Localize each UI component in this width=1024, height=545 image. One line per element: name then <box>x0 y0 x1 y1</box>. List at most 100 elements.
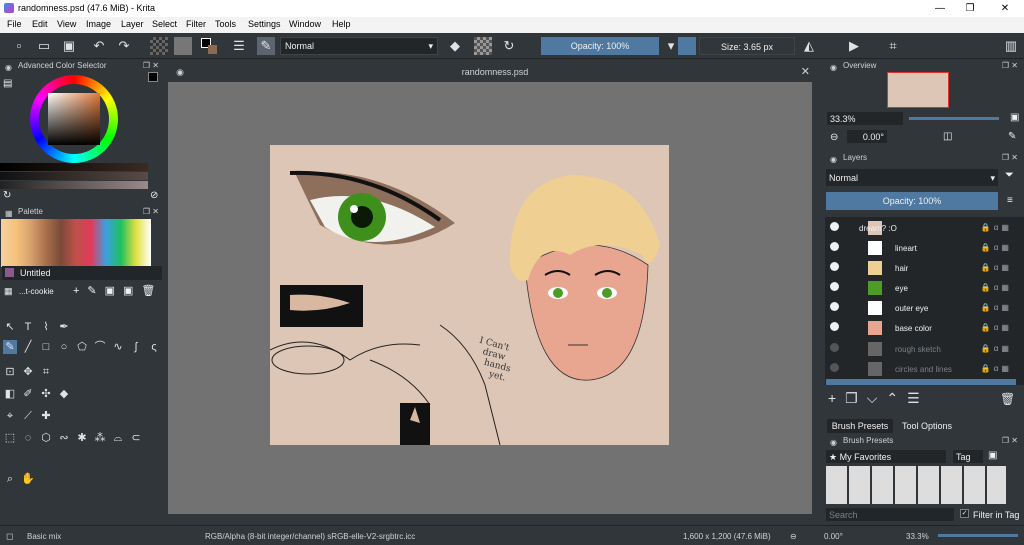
layer-lock-icons[interactable]: 🔒α▦ <box>981 263 1012 272</box>
palette-actions[interactable]: +✎▣▣🗑 <box>73 284 163 297</box>
measure-tool-icon[interactable]: ⟋ <box>21 409 35 423</box>
layer-lock-icons[interactable]: 🔒α▦ <box>981 364 1012 373</box>
refresh-icon[interactable]: ↻ <box>3 190 11 201</box>
menu-view[interactable]: View <box>57 19 76 29</box>
text-tool-icon[interactable]: T <box>21 320 35 334</box>
filter-icon[interactable]: ⏷ <box>1005 169 1014 182</box>
close-document-button[interactable]: ✕ <box>801 62 810 82</box>
layer-lock-icons[interactable]: 🔒α▦ <box>981 223 1012 232</box>
close-window-button[interactable]: ✕ <box>995 2 1015 15</box>
rotation-field[interactable]: 0.00° <box>847 130 887 143</box>
mirror-vertical-icon[interactable]: ▶ <box>845 37 863 55</box>
rotate-view-icon[interactable]: ⊖ <box>790 532 797 541</box>
minimize-button[interactable]: — <box>930 2 950 15</box>
layer-row[interactable]: circles and lines 🔒α▦ <box>826 359 1016 379</box>
tab-tool-options[interactable]: Tool Options <box>895 419 959 433</box>
tab-brush-presets[interactable]: Brush Presets <box>827 419 893 433</box>
opacity-slider[interactable]: Opacity: 100% <box>541 37 659 55</box>
ellipse-tool-icon[interactable]: ○ <box>57 340 71 354</box>
menu-filter[interactable]: Filter <box>186 19 206 29</box>
polygon-select-icon[interactable]: ⬡ <box>39 431 53 445</box>
dynamic-brush-icon[interactable]: ς <box>147 340 161 354</box>
fg-bg-color-icon[interactable] <box>200 37 218 55</box>
assistant-tool-icon[interactable]: ⌖ <box>3 409 17 423</box>
layer-lock-icons[interactable]: 🔒α▦ <box>981 303 1012 312</box>
menu-help[interactable]: Help <box>332 19 351 29</box>
fill-tool-icon[interactable]: ◆ <box>57 387 71 401</box>
delete-layer-icon[interactable]: 🗑 <box>1000 392 1015 406</box>
tag-save-icon[interactable]: ▣ <box>988 450 997 461</box>
menu-window[interactable]: Window <box>289 19 321 29</box>
layer-row[interactable]: base color 🔒α▦ <box>826 318 1016 338</box>
settings-icon[interactable]: ▤ <box>3 78 12 89</box>
flow-icon[interactable] <box>678 37 696 55</box>
menu-tools[interactable]: Tools <box>215 19 236 29</box>
float-close-icon[interactable]: ❐ ✕ <box>143 60 159 72</box>
select-tool-icon[interactable]: ↖ <box>3 320 17 334</box>
visibility-eye-icon[interactable] <box>830 343 839 352</box>
horizontal-scrollbar[interactable] <box>168 514 822 523</box>
smart-patch-icon[interactable]: ✣ <box>39 387 53 401</box>
maximize-button[interactable]: ❐ <box>960 2 980 15</box>
rect-select-icon[interactable]: ⬚ <box>3 431 17 445</box>
shade-bar-2[interactable] <box>0 172 148 180</box>
menu-settings[interactable]: Settings <box>248 19 281 29</box>
layer-row[interactable]: lineart 🔒α▦ <box>826 238 1016 258</box>
new-document-icon[interactable]: ▫ <box>10 37 28 55</box>
crop-tool-icon[interactable]: ⌗ <box>39 365 53 379</box>
layer-menu-icon[interactable]: ≡ <box>1007 195 1013 206</box>
bezier-select-icon[interactable]: ⌓ <box>111 431 125 445</box>
shade-bar-3[interactable] <box>0 181 148 189</box>
menu-file[interactable]: File <box>7 19 22 29</box>
brush-settings-icon[interactable]: ☰ <box>230 37 248 55</box>
crop-icon[interactable]: ⌗ <box>884 37 902 55</box>
hue-ring[interactable] <box>30 75 118 163</box>
overview-thumbnail[interactable] <box>887 72 949 108</box>
mirror-view-icon[interactable]: ◫ <box>943 131 952 142</box>
vertical-scrollbar[interactable] <box>812 82 822 514</box>
layer-actions[interactable]: +❐⌵⌃☰ <box>828 390 929 407</box>
edit-shapes-icon[interactable]: ⌇ <box>39 320 53 334</box>
brush-preset-icon[interactable]: ✎ <box>257 37 275 55</box>
palette-select[interactable]: Untitled <box>2 266 162 280</box>
overview-zoom-slider[interactable] <box>909 117 999 120</box>
palette-float-close-icon[interactable]: ❐ ✕ <box>143 206 159 218</box>
ellipse-select-icon[interactable]: ◌ <box>21 431 35 445</box>
preset-search-input[interactable]: Search <box>826 508 954 521</box>
visibility-eye-icon[interactable] <box>830 302 839 311</box>
no-icon[interactable]: ⊘ <box>150 190 158 201</box>
visibility-eye-icon[interactable] <box>830 222 839 231</box>
presets-float-close-icon[interactable]: ❐ ✕ <box>1002 435 1018 447</box>
filter-in-tag-checkbox[interactable]: ✓ <box>960 509 969 518</box>
palette-swatches[interactable] <box>1 219 151 267</box>
rotate-icon[interactable]: ⊖ <box>830 132 838 143</box>
calligraphy-icon[interactable]: ✒ <box>57 320 71 334</box>
menu-layer[interactable]: Layer <box>121 19 144 29</box>
menu-edit[interactable]: Edit <box>32 19 48 29</box>
layer-blend-select[interactable]: Normal ▾ <box>826 169 998 186</box>
move-tool-icon[interactable]: ✥ <box>21 365 35 379</box>
zoom-tool-icon[interactable]: ⌕ <box>3 472 17 486</box>
menu-select[interactable]: Select <box>152 19 177 29</box>
gradient-icon[interactable] <box>174 37 192 55</box>
layer-lock-icons[interactable]: 🔒α▦ <box>981 243 1012 252</box>
polygon-tool-icon[interactable]: ⬠ <box>75 340 89 354</box>
layer-row[interactable]: outer eye 🔒α▦ <box>826 298 1016 318</box>
eraser-icon[interactable]: ◆ <box>446 37 464 55</box>
layer-lock-icons[interactable]: 🔒α▦ <box>981 344 1012 353</box>
zoom-reset-icon[interactable]: ▣ <box>1010 112 1019 123</box>
freehand-select-icon[interactable]: ∾ <box>57 431 71 445</box>
saturation-value-square[interactable] <box>48 93 100 145</box>
reference-tool-icon[interactable]: ✚ <box>39 409 53 423</box>
bezier-tool-icon[interactable]: ∿ <box>111 340 125 354</box>
layer-row[interactable]: rough sketch 🔒α▦ <box>826 339 1016 359</box>
magnetic-select-icon[interactable]: ⊂ <box>129 431 143 445</box>
visibility-eye-icon[interactable] <box>830 262 839 271</box>
tag-menu[interactable]: Tag <box>953 450 983 463</box>
brush-preset-grid[interactable] <box>826 466 1006 504</box>
undo-icon[interactable]: ↶ <box>90 37 108 55</box>
mirror-horizontal-icon[interactable]: ◭ <box>800 37 818 55</box>
pan-tool-icon[interactable]: ✋ <box>21 472 35 486</box>
freehand-path-icon[interactable]: ∫ <box>129 340 143 354</box>
painting-canvas[interactable]: I Can't draw hands yet. <box>269 145 669 446</box>
